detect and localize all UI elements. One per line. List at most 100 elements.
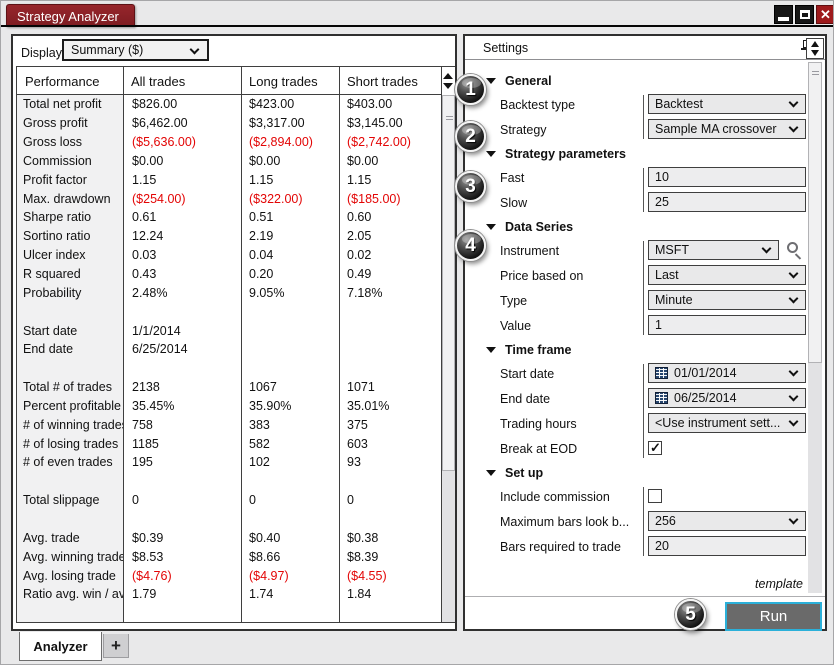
value-input[interactable]: 1 <box>648 315 806 335</box>
table-scroll-arrows[interactable] <box>441 67 455 95</box>
display-dropdown[interactable]: Summary ($) <box>62 39 209 61</box>
dropdown-value: 256 <box>655 514 790 528</box>
window-title[interactable]: Strategy Analyzer <box>6 4 135 27</box>
section-header-strategy-parameters[interactable]: Strategy parameters <box>465 142 809 165</box>
settings-scrollbar-track[interactable] <box>808 363 822 593</box>
settings-row-instrument: InstrumentMSFT <box>465 238 809 263</box>
settings-row-maximum-bars-look-b: Maximum bars look b... 256 <box>465 509 809 534</box>
scroll-up-icon[interactable] <box>811 41 819 47</box>
scroll-down-icon[interactable] <box>443 83 453 89</box>
break-at-eod-checkbox[interactable] <box>648 441 662 455</box>
row-value: $0.00 <box>240 154 338 168</box>
row-value: ($254.00) <box>123 192 240 206</box>
annotation-badge-1: 1 <box>455 74 486 105</box>
group-separator <box>643 364 644 458</box>
chevron-down-icon <box>789 269 799 279</box>
instrument-dropdown[interactable]: MSFT <box>648 240 779 260</box>
row-value: 0 <box>240 493 338 507</box>
type-dropdown[interactable]: Minute <box>648 290 806 310</box>
add-tab-button[interactable]: + <box>103 634 129 658</box>
section-title: General <box>505 74 552 88</box>
group-separator <box>643 168 644 212</box>
row-label-profit-factor: Profit factor <box>17 173 123 187</box>
section-header-data-series[interactable]: Data Series <box>465 215 809 238</box>
backtest-type-dropdown[interactable]: Backtest <box>648 94 806 114</box>
row-value: 0.49 <box>338 267 439 281</box>
row-value: 603 <box>338 437 439 451</box>
bars-required-to-trade-label: Bars required to trade <box>500 540 641 554</box>
table-row: Profit factor1.151.151.15 <box>17 170 439 189</box>
table-row: Sharpe ratio0.610.510.60 <box>17 208 439 227</box>
row-label-of-losing-trades: # of losing trades <box>17 437 123 451</box>
maximize-button[interactable] <box>795 5 814 24</box>
fast-input[interactable]: 10 <box>648 167 806 187</box>
close-button[interactable]: ✕ <box>816 5 834 24</box>
titlebar-divider <box>1 25 834 27</box>
table-row: # of losing trades1185582603 <box>17 434 439 453</box>
settings-section-set-up: Set upInclude commissionMaximum bars loo… <box>465 461 809 559</box>
start-date-dropdown[interactable]: 01/01/2014 <box>648 363 806 383</box>
trading-hours-dropdown[interactable]: <Use instrument sett... <box>648 413 806 433</box>
run-button[interactable]: Run <box>725 602 822 631</box>
table-row: Sortino ratio12.242.192.05 <box>17 227 439 246</box>
table-row: Gross loss($5,636.00)($2,894.00)($2,742.… <box>17 133 439 152</box>
section-header-time-frame[interactable]: Time frame <box>465 338 809 361</box>
input-value: 1 <box>655 318 799 332</box>
row-value: 93 <box>338 455 439 469</box>
table-row: Avg. winning trade$8.53$8.66$8.39 <box>17 547 439 566</box>
settings-row-backtest-type: Backtest typeBacktest <box>465 92 809 117</box>
bars-required-to-trade-input[interactable]: 20 <box>648 536 806 556</box>
slow-label: Slow <box>500 196 641 210</box>
include-commission-checkbox[interactable] <box>648 489 662 503</box>
row-value: $8.66 <box>240 550 338 564</box>
maximum-bars-look-b-label: Maximum bars look b... <box>500 515 641 529</box>
column-divider <box>123 67 124 622</box>
dropdown-value: Minute <box>655 293 790 307</box>
row-label-avg-trade: Avg. trade <box>17 531 123 545</box>
settings-row-type: Type Minute <box>465 288 809 313</box>
row-value: $0.39 <box>123 531 240 545</box>
row-value: ($322.00) <box>240 192 338 206</box>
maximum-bars-look-b-dropdown[interactable]: 256 <box>648 511 806 531</box>
template-link[interactable]: template <box>755 577 803 591</box>
scroll-down-icon[interactable] <box>811 50 819 56</box>
minimize-button[interactable] <box>774 5 793 24</box>
row-value: $0.38 <box>338 531 439 545</box>
settings-scrollbar-thumb[interactable] <box>808 62 822 363</box>
tab-analyzer[interactable]: Analyzer <box>19 632 102 661</box>
table-row: Total slippage000 <box>17 491 439 510</box>
table-row: Probability2.48%9.05%7.18% <box>17 283 439 302</box>
section-header-general[interactable]: General <box>465 69 809 92</box>
column-divider <box>241 67 242 622</box>
settings-row-value: Value1 <box>465 313 809 338</box>
row-label-avg-losing-trade: Avg. losing trade <box>17 569 123 583</box>
row-label-percent-profitable: Percent profitable <box>17 399 123 413</box>
scroll-up-icon[interactable] <box>443 73 453 79</box>
chevron-down-icon <box>789 392 799 402</box>
end-date-dropdown[interactable]: 06/25/2014 <box>648 388 806 408</box>
slow-input[interactable]: 25 <box>648 192 806 212</box>
row-value: 1185 <box>123 437 240 451</box>
price-based-on-dropdown[interactable]: Last <box>648 265 806 285</box>
run-divider <box>465 596 825 597</box>
type-label: Type <box>500 294 641 308</box>
row-label-gross-loss: Gross loss <box>17 135 123 149</box>
column-divider <box>339 67 340 622</box>
maximize-icon <box>800 10 810 19</box>
strategy-dropdown[interactable]: Sample MA crossover <box>648 119 806 139</box>
row-label-ratio-avg-win-avg-loss: Ratio avg. win / avg. loss <box>17 587 123 601</box>
row-value: $8.39 <box>338 550 439 564</box>
table-row: Ulcer index0.030.040.02 <box>17 246 439 265</box>
scrollbar-grip-icon <box>446 116 453 117</box>
group-separator <box>643 487 644 556</box>
row-value: 758 <box>123 418 240 432</box>
price-based-on-label: Price based on <box>500 269 641 283</box>
settings-scroll-arrows[interactable] <box>806 38 824 59</box>
table-scrollbar-track[interactable] <box>442 471 455 622</box>
collapse-arrow-icon <box>486 151 496 157</box>
row-value: ($4.97) <box>240 569 338 583</box>
table-row: Total # of trades213810671071 <box>17 378 439 397</box>
search-icon[interactable] <box>787 242 798 253</box>
section-header-set-up[interactable]: Set up <box>465 461 809 484</box>
table-scrollbar-thumb[interactable] <box>442 95 455 471</box>
